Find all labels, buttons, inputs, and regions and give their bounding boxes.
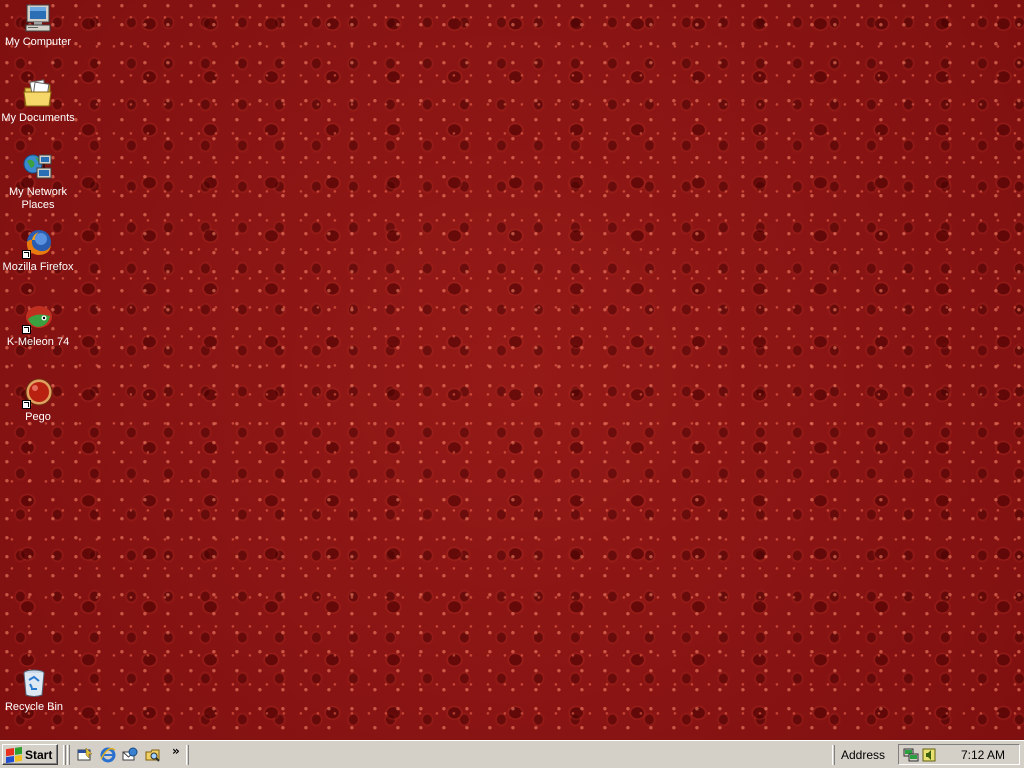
- desktop-icon-firefox[interactable]: Mozilla Firefox: [0, 227, 76, 274]
- desktop-icon-label: Pego: [25, 411, 51, 423]
- shortcut-arrow-icon: [22, 325, 31, 334]
- desktop-icon-label: My Documents: [1, 112, 75, 124]
- quick-launch-chevron[interactable]: »: [172, 744, 180, 758]
- desktop-icon-label: My Computer: [4, 36, 72, 48]
- system-tray: 7:12 AM: [898, 744, 1020, 765]
- desktop-icon-k-meleon[interactable]: K-Meleon 74: [0, 302, 76, 349]
- desktop-icon-label: Mozilla Firefox: [2, 261, 74, 273]
- firefox-icon: [22, 227, 54, 259]
- address-toolbar-grip[interactable]: [832, 745, 835, 765]
- internet-explorer-icon[interactable]: [100, 747, 116, 763]
- desktop-icon-label: Recycle Bin: [4, 701, 64, 713]
- desktop-icon-recycle-bin[interactable]: Recycle Bin: [0, 667, 72, 714]
- my-computer-icon: [22, 2, 54, 34]
- desktop-icon-pego[interactable]: Pego: [0, 377, 76, 424]
- start-label: Start: [25, 747, 53, 762]
- shortcut-arrow-icon: [22, 400, 31, 409]
- desktop[interactable]: My Computer My Documents My Network Plac…: [0, 0, 1024, 740]
- pego-icon: [22, 377, 54, 409]
- clock[interactable]: 7:12 AM: [961, 748, 1005, 762]
- my-documents-icon: [22, 78, 54, 110]
- shortcut-arrow-icon: [22, 250, 31, 259]
- start-button[interactable]: Start: [2, 744, 58, 765]
- desktop-icon-my-computer[interactable]: My Computer: [0, 2, 76, 49]
- taskbar: Start » Address 7:12 AM: [0, 740, 1024, 768]
- desktop-icon-label: My Network Places: [8, 186, 68, 211]
- network-tray-icon[interactable]: [903, 747, 919, 763]
- recycle-bin-icon: [18, 667, 50, 699]
- desktop-icon-label: K-Meleon 74: [6, 336, 70, 348]
- desktop-icon-my-documents[interactable]: My Documents: [0, 78, 76, 125]
- windows-logo-icon: [6, 746, 22, 763]
- windows-explorer-icon[interactable]: [145, 747, 161, 763]
- volume-tray-icon[interactable]: [921, 747, 937, 763]
- network-places-icon: [22, 152, 54, 184]
- toolbar-grip[interactable]: [67, 745, 70, 765]
- toolbar-grip[interactable]: [186, 745, 189, 765]
- show-desktop-icon[interactable]: [77, 747, 93, 763]
- outlook-express-icon[interactable]: [122, 747, 138, 763]
- k-meleon-icon: [22, 302, 54, 334]
- address-toolbar-label[interactable]: Address: [841, 748, 885, 762]
- desktop-icon-network-places[interactable]: My Network Places: [0, 152, 76, 212]
- toolbar-grip[interactable]: [63, 745, 66, 765]
